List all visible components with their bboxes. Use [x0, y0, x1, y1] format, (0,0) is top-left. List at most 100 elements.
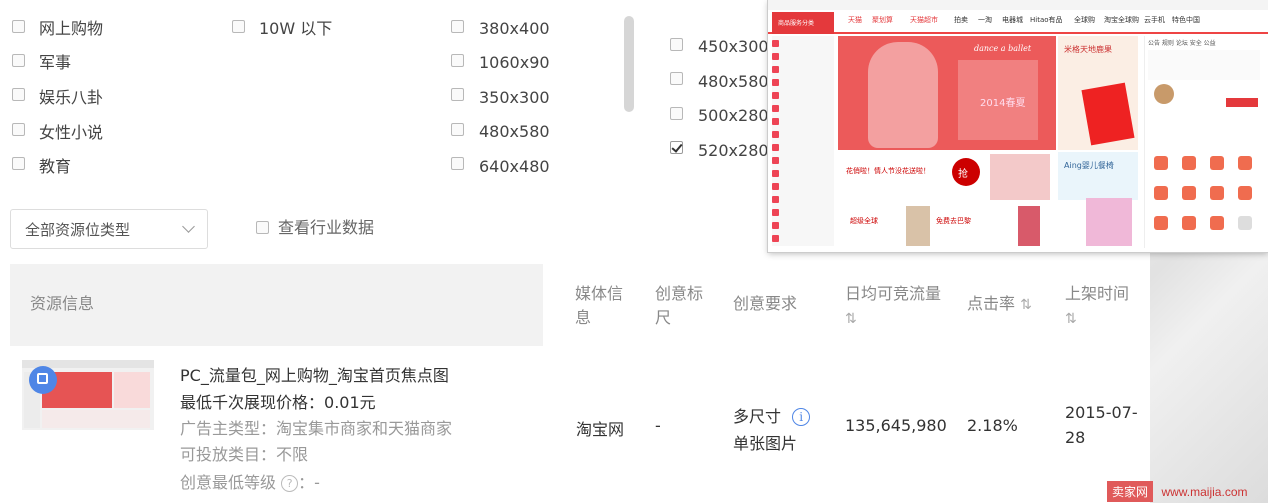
preview-service-icons — [1148, 150, 1260, 246]
header-ctr-label: 点击率 — [967, 294, 1016, 313]
resource-min-price: 最低千次展现价格：0.01元 — [180, 389, 376, 413]
preview-service-icon — [1182, 186, 1196, 200]
info-icon[interactable]: i — [792, 408, 811, 426]
resource-allowed-category: 可投放类目：不限 — [180, 445, 309, 464]
size2-label-0: 450x300 — [698, 37, 769, 56]
preview-nav-item-7: 全球购 — [1074, 16, 1095, 24]
preview-cat-item — [772, 105, 830, 115]
preview-cat-item — [772, 170, 830, 180]
sort-icon[interactable]: ⇅ — [845, 311, 857, 327]
preview-service-icon — [1210, 186, 1224, 200]
preview-cat-item — [772, 235, 830, 245]
preview-hero-dress — [868, 42, 938, 148]
cell-media: 淘宝网 — [576, 420, 625, 439]
size-label-0: 380x400 — [479, 19, 550, 38]
size-checkbox-4[interactable] — [451, 157, 464, 170]
industry-checkbox-4[interactable] — [12, 157, 25, 170]
size2-label-3: 520x280 — [698, 141, 769, 160]
size-checkbox-2[interactable] — [451, 88, 464, 101]
header-creative-label: 创意标尺 — [655, 284, 704, 327]
preview-nav-item-1: 聚划算 — [872, 16, 893, 24]
preview-grab-badge-text: 抢 — [958, 169, 968, 180]
industry-label-3: 女性小说 — [39, 123, 104, 142]
thumb-row — [42, 410, 150, 428]
resource-min-creative-level: 创意最低等级 ? ：- — [180, 469, 320, 493]
industry-data-label: 查看行业数据 — [278, 218, 375, 237]
resource-min-price-value: 0.01元 — [324, 393, 376, 412]
size-label-3: 480x580 — [479, 122, 550, 141]
preview-right-notice — [1148, 50, 1260, 80]
size2-checkbox-0[interactable] — [670, 38, 683, 51]
preview-cat-item — [772, 79, 830, 89]
size-checkbox-3[interactable] — [451, 123, 464, 136]
preview-model-1 — [906, 206, 930, 246]
resource-type-select[interactable]: 全部资源位类型 — [10, 209, 208, 249]
industry-checkbox-0[interactable] — [12, 20, 25, 33]
cell-creative-req-line1: 多尺寸 i — [733, 403, 811, 427]
preview-login-button — [1226, 98, 1258, 107]
preview-cat-item — [772, 183, 830, 193]
min-creative-level-value: ：- — [298, 473, 320, 492]
industry-label-2: 娱乐八卦 — [39, 88, 104, 107]
industry-checkbox-1[interactable] — [12, 54, 25, 67]
preview-topbar — [768, 0, 1268, 10]
size-checkbox-0[interactable] — [451, 20, 464, 33]
size-label-1: 1060x90 — [479, 53, 550, 72]
preview-service-icon — [1238, 156, 1252, 170]
cell-listing-time-line1: 2015-07- — [1065, 403, 1138, 422]
preview-nav-item-3: 拍卖 — [954, 16, 968, 24]
traffic-checkbox-0[interactable] — [232, 20, 245, 33]
preview-service-icon — [1154, 156, 1168, 170]
size2-checkbox-1[interactable] — [670, 72, 683, 85]
preview-cat-item — [772, 157, 830, 167]
size-label-2: 350x300 — [479, 88, 550, 107]
preview-nav-item-2: 天猫超市 — [910, 16, 938, 24]
resource-min-price-label: 最低千次展现价格： — [180, 393, 325, 412]
preview-row2b-ad: Aing婴儿餐椅 — [1058, 152, 1138, 200]
thumb-side-ad — [114, 372, 150, 408]
filter-scrollbar[interactable] — [624, 16, 634, 112]
cell-creative-label: - — [655, 416, 661, 435]
size2-checkbox-3[interactable] — [670, 141, 683, 154]
chevron-down-icon — [182, 220, 195, 233]
preview-service-icon — [1154, 216, 1168, 230]
industry-checkbox-2[interactable] — [12, 88, 25, 101]
size-checkbox-1[interactable] — [451, 54, 464, 67]
preview-row3-left: 超级全球 — [850, 217, 878, 225]
preview-cat-item — [772, 40, 830, 50]
header-listing-time[interactable]: 上架时间 ⇅ — [1065, 282, 1129, 331]
preview-service-icon — [1238, 186, 1252, 200]
sort-icon[interactable]: ⇅ — [1020, 297, 1032, 313]
preview-grab-badge: 抢 — [952, 158, 980, 186]
select-badge-icon[interactable] — [29, 366, 57, 394]
preview-service-icon — [1238, 216, 1252, 230]
watermark-brand: 卖家网 — [1107, 481, 1154, 502]
preview-cat-item — [772, 222, 830, 232]
header-listing-time-label: 上架时间 — [1065, 284, 1130, 303]
preview-nav-category: 商品服务分类 — [772, 12, 834, 34]
preview-nav-item-6: Hitao有品 — [1030, 16, 1063, 24]
resource-advertiser-type: 广告主类型：淘宝集市商家和天猫商家 — [180, 419, 453, 438]
creative-req-multi-size: 多尺寸 — [733, 407, 782, 426]
preview-service-icon — [1182, 156, 1196, 170]
preview-nav-item-5: 电器城 — [1002, 16, 1023, 24]
industry-checkbox-3[interactable] — [12, 123, 25, 136]
preview-right-tabs: 公告 规则 论坛 安全 公益 — [1148, 40, 1216, 47]
sort-icon[interactable]: ⇅ — [1065, 311, 1077, 327]
industry-label-4: 教育 — [39, 157, 72, 176]
watermark: 卖家网 www.maijia.com — [1107, 481, 1247, 502]
header-daily-traffic[interactable]: 日均可竞流量 ⇅ — [845, 282, 941, 331]
industry-data-checkbox[interactable] — [256, 221, 269, 234]
cell-creative-req-line2: 单张图片 — [733, 434, 798, 453]
header-resource-info: 资源信息 — [30, 294, 95, 313]
header-ctr[interactable]: 点击率 ⇅ — [967, 292, 1032, 317]
resource-title[interactable]: PC_流量包_网上购物_淘宝首页焦点图 — [180, 362, 449, 386]
preview-row2-ad-text: 花俏啦！情人节没花送啦！ — [846, 167, 930, 175]
help-icon[interactable]: ? — [281, 475, 299, 492]
preview-row2b-ad-text: Aing婴儿餐椅 — [1064, 161, 1114, 170]
preview-service-icon — [1210, 156, 1224, 170]
preview-nav-category-label: 商品服务分类 — [778, 20, 815, 27]
size-label-4: 640x480 — [479, 157, 550, 176]
preview-cat-item — [772, 131, 830, 141]
size2-checkbox-2[interactable] — [670, 107, 683, 120]
